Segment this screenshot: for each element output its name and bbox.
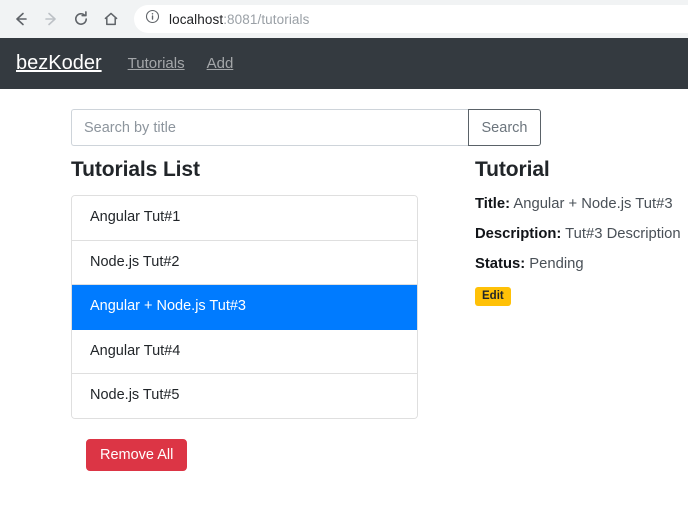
address-bar-url: localhost:8081/tutorials [169,12,310,27]
detail-description-value: Tut#3 Description [565,226,681,243]
tutorials-list-panel: Tutorials List Angular Tut#1 Node.js Tut… [71,158,446,471]
list-item[interactable]: Angular Tut#4 [72,329,417,375]
detail-title-row: Title: Angular + Node.js Tut#3 [475,195,688,214]
home-icon [102,10,120,28]
page-content: Search Tutorials List Angular Tut#1 Node… [0,109,688,471]
detail-title-value: Angular + Node.js Tut#3 [513,196,673,212]
nav-link-add[interactable]: Add [207,55,234,72]
home-button[interactable] [96,4,126,34]
tutorial-detail-title: Tutorial [475,158,550,181]
tutorials-list: Angular Tut#1 Node.js Tut#2 Angular + No… [71,195,418,419]
address-bar[interactable]: localhost:8081/tutorials [134,5,688,33]
detail-status-row: Status: Pending [475,255,688,274]
remove-all-button[interactable]: Remove All [86,438,188,471]
list-item[interactable]: Node.js Tut#2 [72,240,417,286]
reload-icon [72,10,90,28]
reload-button[interactable] [66,4,96,34]
detail-description-row: Description: Tut#3 Description [475,225,688,244]
detail-status-label: Status: [475,256,526,273]
search-bar: Search [71,109,541,146]
detail-description-label: Description: [475,226,562,243]
search-button[interactable]: Search [468,109,541,146]
tutorials-list-title: Tutorials List [71,158,200,181]
info-circle-icon[interactable] [145,9,160,29]
forward-button[interactable] [36,4,66,34]
detail-title-label: Title: [475,196,511,212]
url-host: localhost [169,11,224,27]
arrow-left-icon [12,10,30,28]
list-item[interactable]: Node.js Tut#5 [72,374,417,418]
arrow-right-icon [42,10,60,28]
url-path: :8081/tutorials [223,11,310,27]
main-columns: Tutorials List Angular Tut#1 Node.js Tut… [0,158,688,471]
list-item[interactable]: Angular Tut#1 [72,196,417,241]
navbar-brand[interactable]: bezKoder [16,52,102,75]
app-navbar: bezKoder Tutorials Add [0,38,688,89]
search-input[interactable] [71,109,468,146]
back-button[interactable] [6,4,36,34]
browser-toolbar: localhost:8081/tutorials [0,0,688,38]
nav-link-tutorials[interactable]: Tutorials [128,55,185,72]
edit-button[interactable]: Edit [475,286,511,307]
list-item[interactable]: Angular + Node.js Tut#3 [72,285,417,330]
detail-status-value: Pending [529,256,584,273]
tutorial-detail-panel: Tutorial Title: Angular + Node.js Tut#3 … [475,158,688,471]
